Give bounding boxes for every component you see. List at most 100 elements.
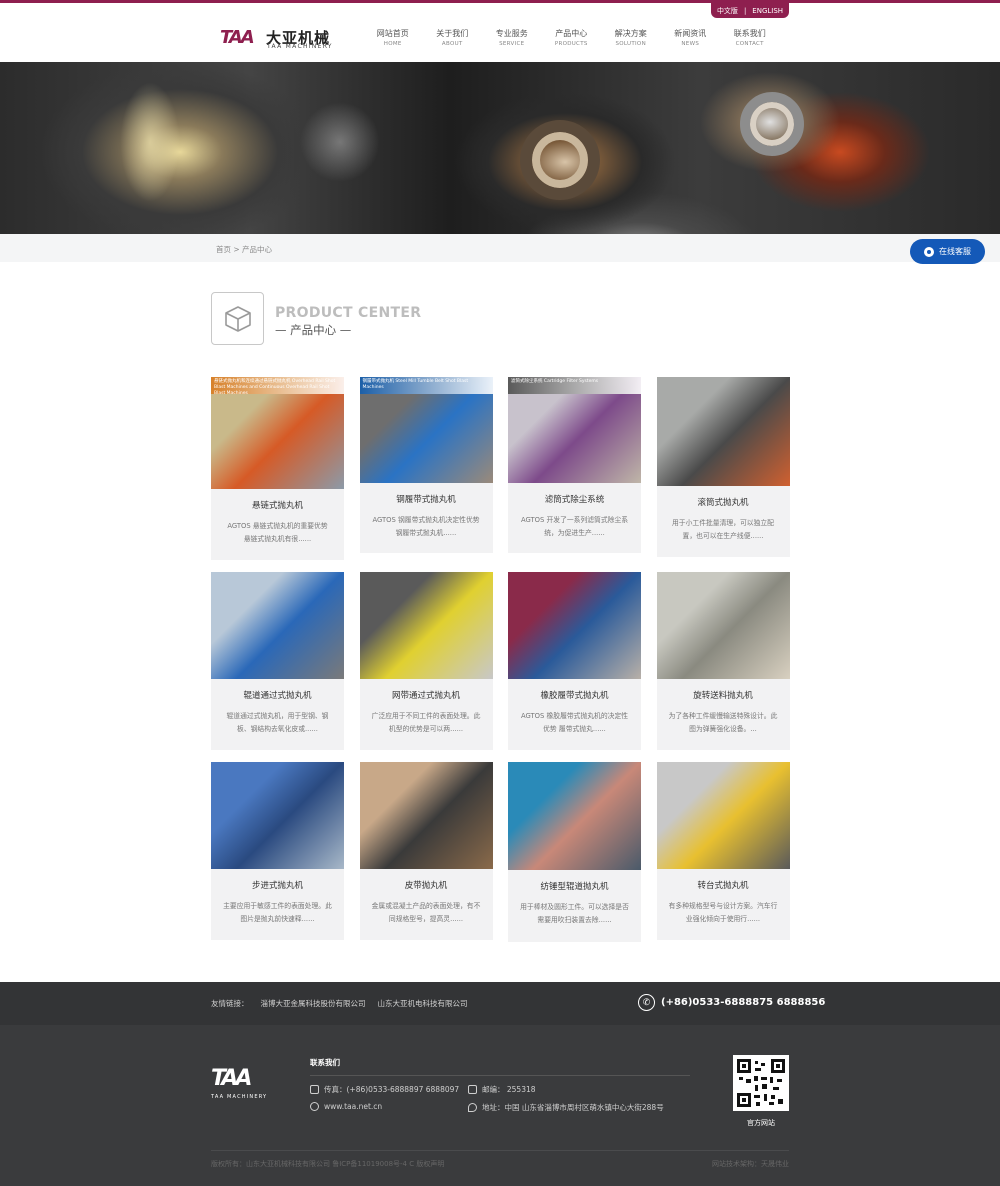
product-image — [359, 572, 493, 679]
nav-label-cn: 新闻资讯 — [674, 29, 707, 38]
product-description: 金属或混凝土产品的表面处理，有不同规格型号，提高灵...... — [371, 902, 481, 923]
nav-label-en: HOME — [383, 41, 402, 47]
product-title: 步进式抛丸机 — [251, 881, 303, 891]
product-image — [211, 572, 344, 679]
product-image-badge: 滤筒式除尘系统 Cartridge Filter Systems — [508, 377, 641, 394]
contact-address: 地址：中国 山东省淄博市周村区萌水镇中心大街288号 — [468, 1102, 664, 1113]
online-service-button[interactable]: 在线客服 — [910, 239, 985, 264]
globe-icon — [310, 1102, 319, 1111]
nav-label-cn: 产品中心 — [555, 29, 588, 38]
product-title: 悬链式抛丸机 — [251, 501, 303, 511]
product-title: 旋转送料抛丸机 — [693, 691, 753, 701]
product-card[interactable]: 纺锤型辊道抛丸机 用于棒材及圆形工件。可以选择是否需要用吹扫装置去除...... — [508, 762, 641, 942]
footer-links-bar — [0, 982, 1000, 1025]
footer-logo[interactable]: TAA TAA MACHINERY — [211, 1066, 281, 1102]
friend-links: 友情链接： 淄博大亚金属科技股份有限公司 山东大亚机电科技有限公司 — [211, 998, 468, 1009]
qr-label: 官方网站 — [747, 1119, 775, 1127]
product-title: 钢履带式抛丸机 — [396, 495, 456, 505]
product-card[interactable]: 转台式抛丸机 有多种规格型号与设计方案。汽车行业强化倾向于使用行...... — [656, 762, 790, 940]
footer-logo-mark: TAA — [211, 1066, 252, 1091]
product-description: 为了各种工件缓慢输送特殊设计。此图为弹簧强化设备。... — [668, 712, 778, 733]
zip-text: 邮编： 255318 — [482, 1085, 536, 1094]
product-description: AGTOS 钢履带式抛丸机决定性优势 钢履带式抛丸机...... — [372, 516, 480, 537]
nav-item-solution[interactable]: 解决方案 SOLUTION — [601, 28, 661, 47]
banner-bearing-wheel — [520, 120, 600, 200]
banner-gear-blur — [300, 102, 380, 182]
footer-logo-en: TAA MACHINERY — [211, 1094, 268, 1100]
product-description: AGTOS 橡胶履带式抛丸机的决定性优势 履带式抛丸...... — [520, 712, 629, 733]
product-card[interactable]: 步进式抛丸机 主要应用于敏感工件的表面处理。此图片是抛丸前快速释...... — [211, 762, 344, 940]
tech-support: 网站技术架构：天晟伟业 — [712, 1160, 789, 1168]
product-title: 网带通过式抛丸机 — [391, 691, 460, 701]
phone-icon: ✆ — [638, 994, 655, 1011]
banner-bearing-wheel — [740, 92, 804, 156]
qr-code — [733, 1055, 789, 1111]
friend-link[interactable]: 山东大亚机电科技有限公司 — [378, 998, 468, 1009]
nav-item-contact[interactable]: 联系我们 CONTACT — [720, 28, 780, 47]
section-title-cn: — 产品中心 — — [275, 323, 352, 337]
address-text: 地址：中国 山东省淄博市周村区萌水镇中心大街288号 — [482, 1103, 664, 1112]
nav-label-en: CONTACT — [735, 41, 764, 47]
contact-zip: 邮编： 255318 — [468, 1084, 536, 1095]
product-image — [211, 762, 344, 869]
nav-label-cn: 联系我们 — [733, 29, 766, 38]
chat-icon — [924, 246, 934, 257]
product-title: 转台式抛丸机 — [697, 881, 749, 891]
product-description: 有多种规格型号与设计方案。汽车行业强化倾向于使用行...... — [668, 902, 778, 923]
location-icon — [468, 1103, 477, 1112]
product-description: 主要应用于敏感工件的表面处理。此图片是抛丸前快速释...... — [223, 902, 332, 923]
nav-item-home[interactable]: 网站首页 HOME — [363, 28, 423, 47]
product-title: 滤筒式除尘系统 — [544, 495, 605, 505]
nav-label-cn: 网站首页 — [376, 29, 409, 38]
site-logo[interactable]: TAA 大亚机械 TAA MACHINERY — [220, 25, 340, 53]
product-card[interactable]: 悬链式抛丸机和连续通过悬链式抛丸机 Overhead Rail Shot Bla… — [211, 377, 344, 560]
product-image: 钢履带式抛丸机 Steel Mill Tumble Belt Shot Blas… — [359, 377, 493, 483]
product-image — [359, 762, 493, 869]
main-nav: 网站首页 HOME 关于我们 ABOUT 专业服务 SERVICE 产品中心 PRODU… — [363, 28, 780, 47]
nav-label-en: ABOUT — [441, 41, 463, 47]
nav-label-en: PRODUCTS — [554, 41, 588, 47]
product-card[interactable]: 辊道通过式抛丸机 辊道通过式抛丸机，用于型钢、钢板、钢结构去氧化皮或...... — [211, 572, 344, 750]
product-card[interactable]: 网带通过式抛丸机 广泛应用于不同工件的表面处理。此机型的优势是可以两...... — [359, 572, 493, 750]
product-title: 皮带抛丸机 — [404, 881, 448, 891]
breadcrumb[interactable]: 首页 > 产品中心 — [216, 244, 272, 255]
hotline: ✆ (+86)0533-6888875 6888856 — [638, 994, 825, 1011]
product-description: 用于小工件批量清理，可以独立配置，也可以在生产线便...... — [672, 519, 774, 540]
logo-mark: TAA — [220, 27, 255, 48]
contact-divider — [310, 1075, 690, 1076]
contact-fax: 传真：(+86)0533-6888897 6888097 — [310, 1084, 459, 1095]
product-card[interactable]: 滤筒式除尘系统 Cartridge Filter Systems 滤筒式除尘系统… — [508, 377, 641, 553]
product-description: 辊道通过式抛丸机，用于型钢、钢板、钢结构去氧化皮或...... — [226, 712, 329, 733]
product-description: AGTOS 开发了一系列滤筒式除尘系统，为促进生产...... — [520, 516, 629, 537]
product-box-icon — [211, 292, 264, 345]
product-title: 橡胶履带式抛丸机 — [540, 691, 609, 701]
footer-divider — [211, 1150, 789, 1151]
product-card[interactable]: 钢履带式抛丸机 Steel Mill Tumble Belt Shot Blas… — [359, 377, 493, 553]
product-title: 纺锤型辊道抛丸机 — [540, 882, 609, 892]
banner-light-blur — [120, 82, 180, 202]
friend-links-label: 友情链接： — [211, 999, 249, 1008]
nav-label-cn: 专业服务 — [495, 29, 528, 38]
logo-en-text: TAA MACHINERY — [267, 43, 333, 50]
web-text[interactable]: www.taa.net.cn — [324, 1102, 382, 1111]
product-card[interactable]: 旋转送料抛丸机 为了各种工件缓慢输送特殊设计。此图为弹簧强化设备。... — [656, 572, 790, 750]
mail-icon — [468, 1085, 477, 1094]
product-card[interactable]: 橡胶履带式抛丸机 AGTOS 橡胶履带式抛丸机的决定性优势 履带式抛丸.....… — [508, 572, 641, 750]
contact-web: www.taa.net.cn — [310, 1102, 382, 1111]
friend-link[interactable]: 淄博大亚金属科技股份有限公司 — [261, 998, 366, 1009]
product-image: 滤筒式除尘系统 Cartridge Filter Systems — [508, 377, 641, 483]
product-image-badge: 悬链式抛丸机和连续通过悬链式抛丸机 Overhead Rail Shot Bla… — [211, 377, 344, 396]
product-card[interactable]: 滚筒式抛丸机 用于小工件批量清理，可以独立配置，也可以在生产线便...... — [656, 377, 790, 557]
product-card[interactable]: 皮带抛丸机 金属或混凝土产品的表面处理，有不同规格型号，提高灵...... — [359, 762, 493, 940]
product-title: 滚筒式抛丸机 — [697, 498, 749, 508]
nav-item-about[interactable]: 关于我们 ABOUT — [423, 28, 483, 47]
nav-item-service[interactable]: 专业服务 SERVICE — [482, 28, 542, 47]
nav-label-en: NEWS — [681, 41, 700, 47]
nav-label-en: SERVICE — [499, 41, 525, 47]
product-description: AGTOS 悬链式抛丸机的重要优势 悬链式抛丸机有很...... — [227, 522, 328, 543]
nav-item-products[interactable]: 产品中心 PRODUCTS — [542, 28, 602, 47]
nav-item-news[interactable]: 新闻资讯 NEWS — [661, 28, 721, 47]
product-title: 辊道通过式抛丸机 — [243, 691, 312, 701]
breadcrumb-bar: 首页 > 产品中心 — [0, 234, 1000, 262]
fax-text: 传真：(+86)0533-6888897 6888097 — [324, 1085, 460, 1094]
